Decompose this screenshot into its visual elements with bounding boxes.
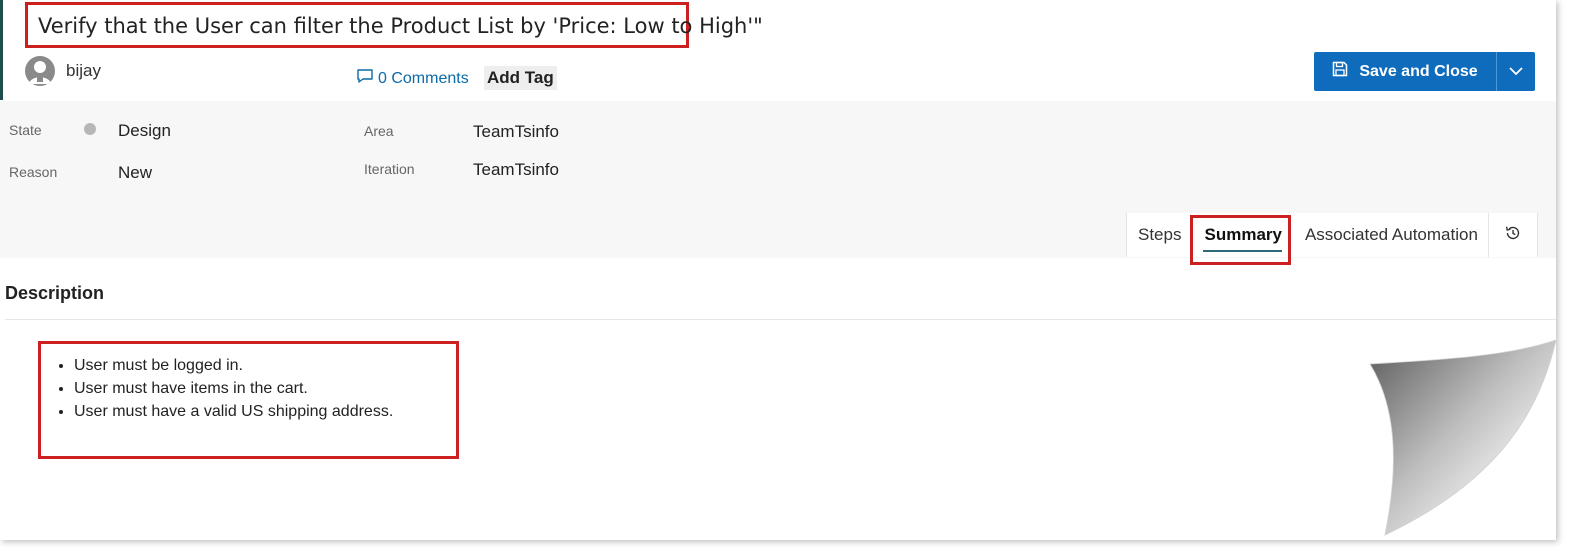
page-curl-decoration	[1369, 339, 1556, 540]
work-item-form: Verify that the User can filter the Prod…	[0, 0, 1556, 540]
